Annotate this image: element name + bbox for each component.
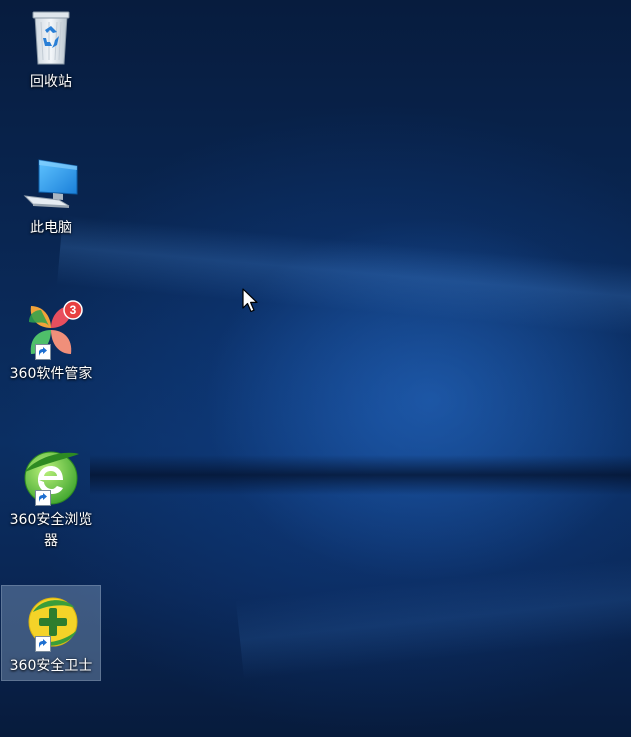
desktop-icon-label: 此电脑	[30, 220, 72, 236]
recycle-bin-icon	[19, 6, 83, 70]
notification-badge: 3	[70, 303, 77, 317]
wallpaper-light-beam	[235, 537, 631, 680]
desktop-icon-label: 360安全浏览器	[9, 512, 93, 549]
mouse-pointer-icon	[242, 288, 258, 313]
shortcut-arrow-icon	[35, 636, 51, 652]
desktop-icon-this-pc[interactable]: 此电脑	[2, 148, 100, 239]
360-safe-guard-icon	[19, 590, 83, 654]
360-secure-browser-icon	[19, 444, 83, 508]
desktop-icon-360-software-manager[interactable]: 3 360软件管家	[2, 294, 100, 385]
desktop-icon-360-safe-guard[interactable]: 360安全卫士	[1, 585, 101, 681]
desktop-icon-360-secure-browser[interactable]: 360安全浏览器	[2, 440, 100, 552]
shortcut-arrow-icon	[35, 490, 51, 506]
shortcut-arrow-icon	[35, 344, 51, 360]
desktop-icon-label: 360安全卫士	[9, 658, 93, 674]
360-software-manager-icon: 3	[19, 298, 83, 362]
desktop-icon-label: 360软件管家	[9, 366, 93, 382]
desktop-icon-label: 回收站	[30, 74, 72, 90]
wallpaper-light-beam	[56, 215, 631, 346]
desktop-icon-recycle-bin[interactable]: 回收站	[2, 2, 100, 93]
desktop[interactable]: 回收站 此电脑 3 360软件管家 360安全浏览器 360安全卫士	[0, 0, 631, 737]
this-pc-icon	[19, 152, 83, 216]
wallpaper-dark-band	[90, 455, 631, 495]
